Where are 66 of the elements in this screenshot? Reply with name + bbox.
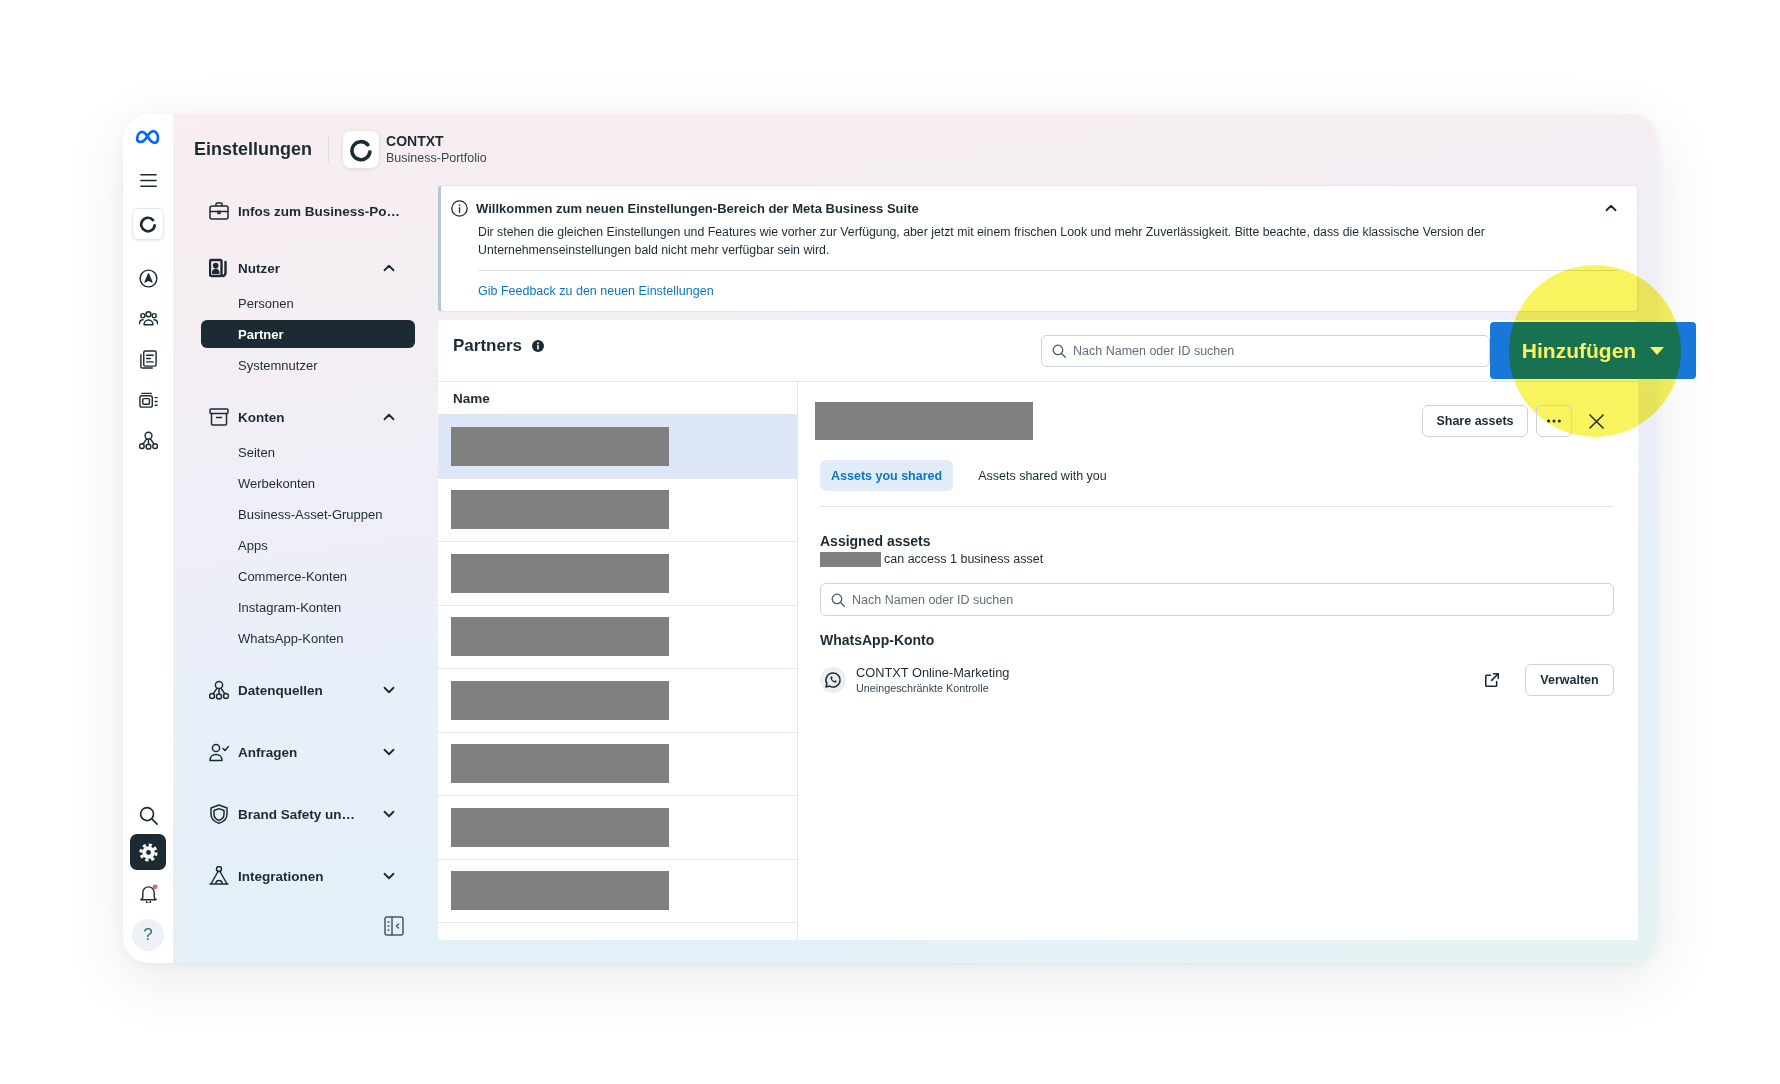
search-icon [831, 592, 845, 607]
tab[interactable]: Assets shared with you [967, 460, 1118, 491]
nav-link[interactable]: Infos zum Business-Po… [201, 197, 415, 225]
asset-access: Uneingeschränkte Kontrolle [856, 681, 990, 695]
section-header[interactable]: Anfragen [201, 734, 415, 770]
section-header[interactable]: Nutzer [201, 250, 415, 286]
person-badge-icon [209, 258, 229, 278]
panel-toggle-icon[interactable] [384, 916, 404, 936]
compass-icon[interactable] [138, 268, 158, 288]
gear-icon [138, 842, 158, 862]
ring-logo-icon [343, 131, 379, 168]
ad-list-icon[interactable] [138, 390, 158, 410]
redacted-block [820, 551, 881, 567]
manage-button[interactable]: Verwalten [1525, 664, 1614, 696]
section-header[interactable]: Datenquellen [201, 672, 415, 708]
nav-item[interactable]: Instagram-Konten [201, 593, 415, 621]
search-field[interactable]: Nach Namen oder ID suchen [820, 583, 1614, 616]
nav-item[interactable]: Seiten [201, 438, 415, 466]
triangle-figure-icon [209, 866, 229, 886]
access-text: can access 1 business asset [884, 551, 1044, 568]
section-title: Assigned assets [820, 532, 932, 550]
nav-item[interactable]: Personen [201, 289, 415, 317]
page-title: Einstellungen [194, 139, 312, 160]
info-icon [532, 340, 544, 352]
person-check-icon [209, 742, 229, 762]
pages-icon[interactable] [138, 349, 158, 369]
tab[interactable]: Assets you shared [820, 460, 954, 491]
section-header[interactable]: Konten [201, 399, 415, 435]
info-icon [451, 199, 468, 217]
portfolio-type: Business-Portfolio [386, 150, 487, 166]
shield-icon [209, 804, 229, 824]
group-title: WhatsApp-Konto [820, 631, 936, 649]
asset-name: CONTXT Online-Marketing [856, 665, 1011, 681]
search-icon [1052, 343, 1066, 358]
briefcase-icon [209, 201, 229, 221]
network-icon [209, 680, 229, 700]
nav-item[interactable]: WhatsApp-Konten [201, 624, 415, 652]
nav-item[interactable]: Systemnutzer [201, 351, 415, 379]
section-header[interactable]: Integrationen [201, 858, 415, 894]
banner-text: Dir stehen die gleichen Einstellungen und Features wie vorher zur Verfügung, aber jetzt mit einem frischen Look und mehr Zuverlässigkeit. Bitte beachte, dass die klassische Version der Unternehmenseinstellungen bald nicht mehr verfügbar sein wird. [478, 224, 1486, 259]
close-icon[interactable] [1589, 413, 1604, 429]
nav-item[interactable]: Business-Asset-Gruppen [201, 500, 415, 528]
help-button[interactable]: ? [132, 919, 164, 951]
gear-button[interactable] [130, 834, 166, 870]
external-link-icon[interactable] [1485, 673, 1499, 687]
search-field[interactable]: Nach Namen oder ID suchen [1041, 334, 1490, 367]
people-icon[interactable] [138, 308, 158, 328]
bell-icon[interactable] [138, 883, 158, 903]
chevron-up-icon[interactable] [1605, 202, 1617, 214]
portfolio-button[interactable] [132, 208, 164, 240]
nav-item[interactable]: Werbekonten [201, 469, 415, 497]
list-row[interactable] [438, 415, 797, 479]
phone-bubble-icon [820, 667, 846, 693]
search-icon[interactable] [138, 805, 158, 825]
feedback-link[interactable]: Gib Feedback zu den neuen Einstellungen [478, 281, 714, 301]
nav-item[interactable]: Commerce-Konten [201, 562, 415, 590]
network-icon[interactable] [138, 430, 158, 450]
ring-logo-icon [139, 215, 157, 233]
archive-box-icon [209, 407, 229, 427]
nav-item[interactable]: Partner [201, 320, 415, 348]
panel-title: Partners [453, 336, 522, 356]
share-button[interactable]: Share assets [1422, 405, 1528, 437]
banner-title: Willkommen zum neuen Einstellungen-Bereich der Meta Business Suite [476, 200, 920, 216]
section-header[interactable]: Brand Safety un… [201, 796, 415, 832]
portfolio-name: CONTXT [386, 133, 445, 150]
nav-item[interactable]: Apps [201, 531, 415, 559]
